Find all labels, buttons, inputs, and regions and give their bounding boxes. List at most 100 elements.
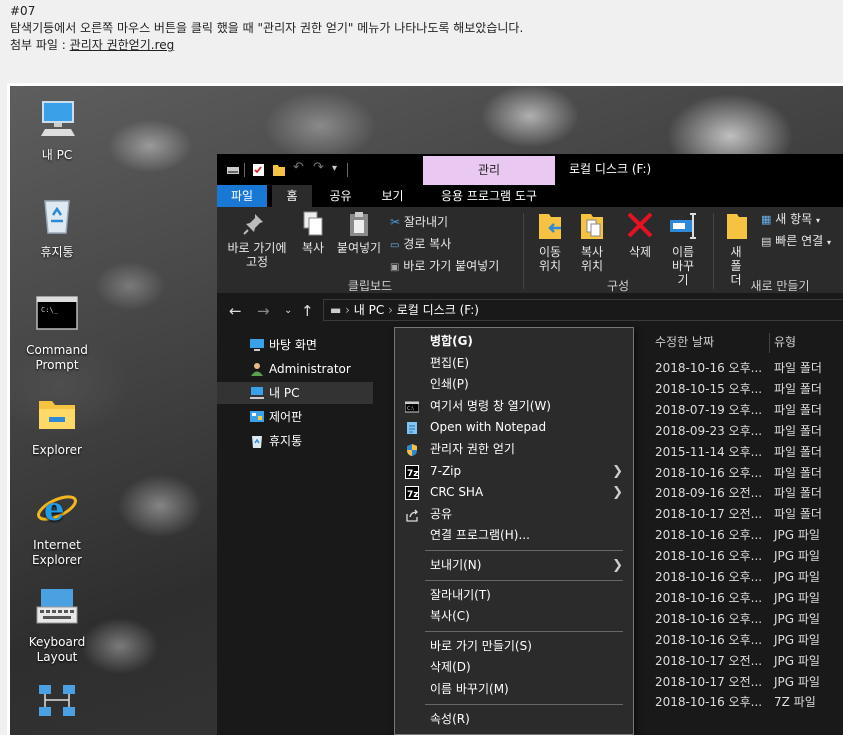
attachment-line: 첨부 파일 : 관리자 권한얻기.reg: [10, 37, 523, 54]
forward-arrow-icon[interactable]: →: [257, 302, 270, 320]
context-menu: 병합(G) 편집(E) 인쇄(P) C:\ 여기서 명령 창 열기(W) Open wit…: [394, 327, 634, 735]
menu-item-병합-g[interactable]: 병합(G): [395, 331, 633, 352]
undo-icon[interactable]: ↶: [293, 160, 304, 175]
menu-item-속성-r[interactable]: 속성(R): [395, 709, 633, 730]
desktop-icon-recycle-bin[interactable]: 휴지통: [22, 193, 92, 260]
chevron-down-icon: ▾: [816, 216, 821, 225]
delete-button[interactable]: 삭제: [621, 210, 659, 259]
copy-icon: [303, 211, 323, 236]
nav-item-label: 바탕 화면: [269, 338, 317, 352]
row-date: 2018-07-19 오후...: [655, 402, 763, 417]
row-type: JPG 파일: [774, 549, 820, 564]
pin-quick-access-button[interactable]: 바로 가기에 고정: [221, 210, 293, 269]
row-date: 2018-09-16 오전...: [655, 486, 763, 501]
row-date: 2018-10-17 오전...: [655, 507, 763, 522]
redo-icon[interactable]: ↷: [313, 160, 324, 175]
attachment-link[interactable]: 관리자 권한얻기.reg: [70, 38, 175, 52]
row-date: 2018-10-16 오후...: [655, 528, 763, 543]
copy-to-button[interactable]: 복사 위치: [573, 210, 611, 273]
chevron-down-icon: ▾: [827, 238, 832, 247]
row-type: JPG 파일: [774, 653, 820, 668]
menu-item-인쇄-p[interactable]: 인쇄(P): [395, 374, 633, 395]
column-header-type[interactable]: 유형: [774, 331, 796, 353]
menu-item-label: 바로 가기 만들기(S): [430, 638, 532, 653]
menu-item-삭제-d[interactable]: 삭제(D): [395, 657, 633, 678]
svg-text:7z: 7z: [407, 469, 419, 479]
new-item-button[interactable]: ▦ 새 항목 ▾: [761, 212, 820, 228]
easy-access-button[interactable]: ▤ 빠른 연결 ▾: [761, 234, 831, 250]
menu-item-7-zip[interactable]: 7z 7-Zip ❯: [395, 461, 633, 482]
paste-button[interactable]: 붙여넣기: [334, 210, 384, 255]
breadcrumb-separator-icon: ›: [388, 303, 397, 317]
row-date: 2018-10-16 오후...: [655, 632, 763, 647]
menu-item-여기서-명령-창-열기-w[interactable]: C:\ 여기서 명령 창 열기(W): [395, 396, 633, 417]
menu-item-label: 복사(C): [430, 609, 470, 624]
menu-item-label: 여기서 명령 창 열기(W): [430, 398, 551, 413]
menu-item-crc-sha[interactable]: 7z CRC SHA ❯: [395, 482, 633, 503]
breadcrumb-drive[interactable]: 로컬 디스크 (F:): [397, 303, 479, 317]
address-bar[interactable]: ▬ › 내 PC › 로컬 디스크 (F:): [323, 299, 843, 321]
menu-item-공유[interactable]: 공유: [395, 504, 633, 525]
move-to-label: 이동 위치: [538, 245, 562, 273]
properties-icon[interactable]: [252, 163, 265, 177]
menu-item-label: 연결 프로그램(H)...: [430, 528, 530, 543]
control-panel-icon: [250, 411, 264, 422]
paste-shortcut-icon: ▣: [390, 262, 400, 273]
desktop-icon-internet-explorer[interactable]: e Internet Explorer: [22, 486, 92, 568]
desktop-icon: [250, 339, 264, 351]
nav-item-administrator[interactable]: Administrator: [217, 358, 373, 380]
desktop-icon-my-pc[interactable]: 내 PC: [22, 96, 92, 163]
back-arrow-icon[interactable]: ←: [229, 302, 242, 320]
paste-icon: [350, 212, 368, 236]
copy-folder-icon: [581, 214, 603, 239]
tab-application-tools[interactable]: 응용 프로그램 도구: [423, 185, 555, 207]
new-folder-quick-icon[interactable]: [272, 163, 286, 177]
customize-qat-icon[interactable]: ▾: [332, 163, 337, 177]
menu-item-연결-프로그램-h[interactable]: 연결 프로그램(H)...: [395, 525, 633, 546]
desktop-icon-network[interactable]: [22, 681, 92, 733]
nav-item-recycle-bin[interactable]: 휴지통: [217, 430, 373, 452]
cut-button[interactable]: ✂ 잘라내기: [390, 215, 448, 229]
desktop-icon-keyboard-layout[interactable]: Keyboard Layout: [22, 583, 92, 665]
tab-manage[interactable]: 관리: [423, 156, 555, 185]
7zip-icon: 7z: [405, 486, 419, 501]
drive-icon: [227, 167, 239, 174]
nav-item-this-pc[interactable]: 내 PC: [217, 382, 373, 404]
row-type: 파일 폴더: [774, 465, 822, 480]
rename-button[interactable]: 이름 바꾸기: [661, 210, 705, 287]
menu-item-보내기-n[interactable]: 보내기(N) ❯: [395, 555, 633, 576]
desktop-icon-explorer[interactable]: Explorer: [22, 391, 92, 458]
menu-item-편집-e[interactable]: 편집(E): [395, 353, 633, 374]
recent-locations-icon[interactable]: ⌄: [284, 305, 292, 316]
desktop-icon-command-prompt[interactable]: C:\_ Command Prompt: [22, 291, 92, 373]
row-type: 파일 폴더: [774, 507, 822, 522]
up-arrow-icon[interactable]: ↑: [301, 302, 314, 320]
address-bar-row: ← → ⌄ ↑ ▬ › 내 PC › 로컬 디스크 (F:): [217, 293, 843, 327]
copy-button[interactable]: 복사: [295, 210, 331, 255]
menu-item-바로-가기-만들기-s[interactable]: 바로 가기 만들기(S): [395, 636, 633, 657]
row-date: 2018-10-16 오후...: [655, 570, 763, 584]
column-header-date[interactable]: 수정한 날짜: [655, 331, 714, 353]
shield-icon: [407, 444, 417, 456]
tab-share[interactable]: 공유: [318, 185, 363, 207]
nav-item-control-panel[interactable]: 제어판: [217, 406, 373, 428]
breadcrumb-separator-icon: ›: [345, 303, 354, 317]
menu-item-잘라내기-t[interactable]: 잘라내기(T): [395, 585, 633, 606]
rename-icon: [670, 213, 696, 239]
tab-view[interactable]: 보기: [370, 185, 415, 207]
move-to-button[interactable]: 이동 위치: [531, 210, 569, 273]
row-date: 2018-10-16 오후...: [655, 465, 763, 480]
copy-path-button[interactable]: ▭ 경로 복사: [390, 237, 451, 253]
menu-item-관리자-권한-얻기[interactable]: 관리자 권한 얻기: [395, 439, 633, 460]
breadcrumb-pc[interactable]: 내 PC: [354, 303, 384, 317]
menu-separator: [425, 703, 623, 705]
menu-item-복사-c[interactable]: 복사(C): [395, 606, 633, 627]
row-date: 2018-10-16 오후...: [655, 361, 763, 375]
paste-shortcut-button[interactable]: ▣ 바로 가기 붙여넣기: [390, 259, 499, 275]
menu-item-이름-바꾸기-m[interactable]: 이름 바꾸기(M): [395, 679, 633, 700]
nav-item-desktop[interactable]: 바탕 화면: [217, 334, 373, 356]
tab-home[interactable]: 홈: [272, 185, 312, 207]
new-folder-button[interactable]: 새 폴더: [717, 210, 755, 287]
tab-file[interactable]: 파일: [217, 185, 267, 207]
menu-item-open-with-notepad[interactable]: Open with Notepad: [395, 417, 633, 438]
